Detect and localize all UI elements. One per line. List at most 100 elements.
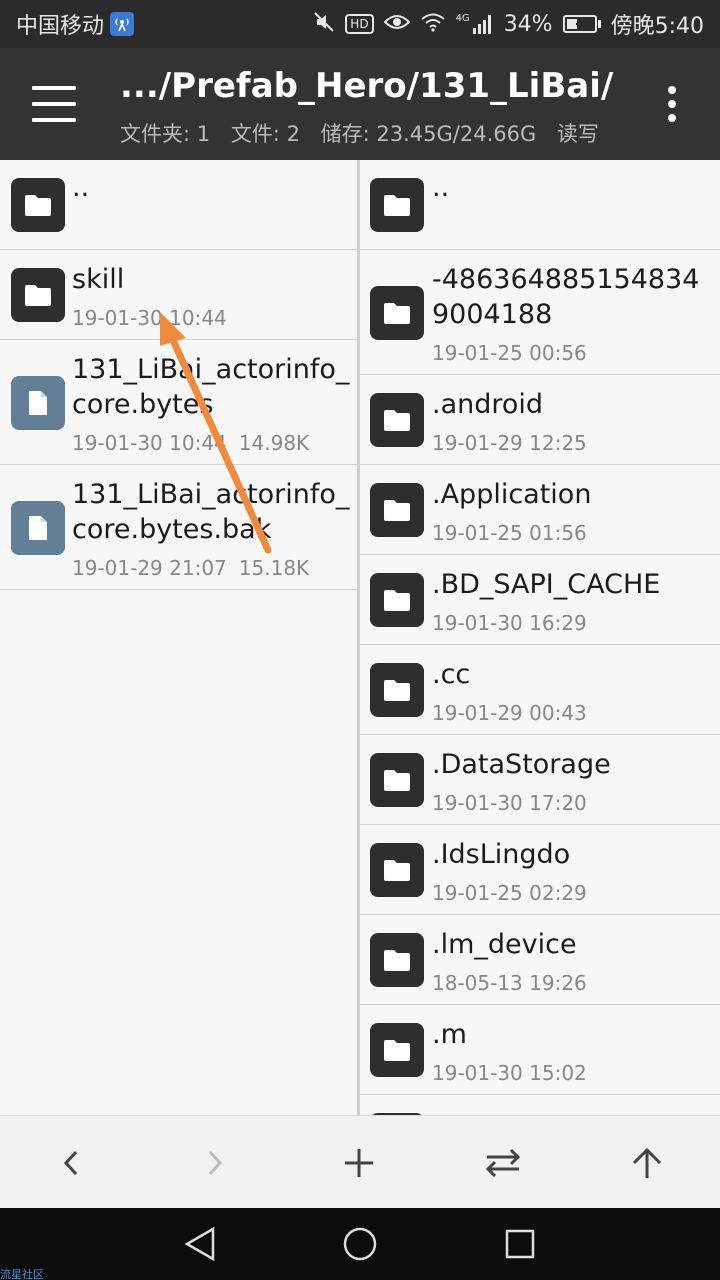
parent-folder-row[interactable]: .. [0,160,357,250]
network-type: 4G [455,13,470,24]
item-meta: 19-01-30 10:44 14.98K [72,431,309,455]
item-name: .m [432,1019,467,1050]
item-date: 19-01-25 02:29 [432,881,587,905]
item-meta: 19-01-29 00:43 [432,701,587,725]
item-meta: 19-01-29 12:25 [432,431,587,455]
folder-row[interactable]: .m 19-01-30 15:02 [360,1005,720,1095]
signal-tower-icon [110,12,135,36]
folder-row-partial[interactable] [360,1095,720,1115]
path-info: 文件夹: 1 文件: 2 储存: 23.45G/24.66G 读写 [120,118,613,148]
status-bar: 中国移动 HD 4G 34% 傍晚5:40 [0,0,720,48]
item-date: 19-01-30 16:29 [432,611,587,635]
folder-row[interactable]: -4863648851548349004188 19-01-25 00:56 [360,250,720,375]
item-meta: 19-01-25 02:29 [432,881,587,905]
folder-icon [370,753,424,807]
access-mode: 读写 [556,122,599,146]
folder-row[interactable]: .lm_device 18-05-13 19:26 [360,915,720,1005]
item-size: 14.98K [238,431,310,455]
folder-icon [370,1023,424,1077]
eye-icon [383,12,410,36]
item-date: 18-05-13 19:26 [432,971,587,995]
hd-badge: HD [345,14,374,34]
folder-icon [11,178,65,232]
item-meta: 19-01-30 10:44 [72,306,227,330]
folder-row[interactable]: skill 19-01-30 10:44 [0,250,357,340]
back-icon[interactable] [46,1138,96,1188]
item-meta: 19-01-25 01:56 [432,521,587,545]
dual-pane-browser: .. skill 19-01-30 10:44 131_LiBai_actorinfo… [0,160,720,1115]
battery-percent: 34% [503,11,553,37]
item-meta: 19-01-30 16:29 [432,611,587,635]
carrier: 中国移动 [16,8,135,40]
item-name: 131_LiBai_actorinfo_core.bytes.bak [72,479,350,545]
carrier-name: 中国移动 [16,14,105,39]
item-date: 19-01-30 10:44 [72,306,227,330]
system-nav-bar [0,1208,720,1280]
folder-icon [370,663,424,717]
hamburger-menu-icon[interactable] [32,86,76,122]
app-bar: .../Prefab_Hero/131_LiBai/ 文件夹: 1 文件: 2 … [0,48,720,160]
parent-folder-row[interactable]: .. [360,160,720,250]
folder-row[interactable]: .BD_SAPI_CACHE 19-01-30 16:29 [360,555,720,645]
item-name: -4863648851548349004188 [432,264,700,330]
add-icon[interactable] [334,1138,384,1188]
item-meta: 18-05-13 19:26 [432,971,587,995]
wifi-icon [420,12,446,37]
folder-icon [370,393,424,447]
item-name: .BD_SAPI_CACHE [432,569,661,600]
more-options-icon[interactable] [660,86,684,122]
item-date: 19-01-30 17:20 [432,791,587,815]
cell-signal-icon: 4G [456,14,494,34]
right-pane[interactable]: .. -4863648851548349004188 19-01-25 00:56.… [360,160,720,1115]
item-size: 15.18K [238,556,310,580]
item-name: .DataStorage [432,749,611,780]
item-date: 19-01-29 12:25 [432,431,587,455]
item-name: .cc [432,659,471,690]
item-name: .. [72,172,90,203]
folder-icon [370,573,424,627]
mute-icon [313,11,335,38]
nav-recents-icon[interactable] [498,1222,542,1266]
item-name: .. [432,172,450,203]
file-count: 文件: 2 [230,122,300,146]
item-meta: 19-01-25 00:56 [432,341,587,365]
storage-info: 储存: 23.45G/24.66G [320,122,537,146]
file-row[interactable]: 131_LiBai_actorinfo_core.bytes 19-01-30 1… [0,340,357,465]
folder-row[interactable]: .IdsLingdo 19-01-25 02:29 [360,825,720,915]
nav-home-icon[interactable] [338,1222,382,1266]
file-row[interactable]: 131_LiBai_actorinfo_core.bytes.bak 19-01-… [0,465,357,590]
file-icon [11,500,65,555]
watermark: 流星社区 [0,1268,44,1280]
folder-icon [370,178,424,232]
item-name: .Application [432,479,592,510]
folder-icon [370,483,424,537]
item-date: 19-01-25 01:56 [432,521,587,545]
folder-row[interactable]: .android 19-01-29 12:25 [360,375,720,465]
item-date: 19-01-29 00:43 [432,701,587,725]
folder-row[interactable]: .Application 19-01-25 01:56 [360,465,720,555]
up-icon[interactable] [622,1138,672,1188]
bottom-toolbar [0,1115,720,1208]
current-path: .../Prefab_Hero/131_LiBai/ [120,66,614,106]
item-name: skill [72,264,125,295]
item-name: .lm_device [432,929,577,960]
item-meta: 19-01-30 15:02 [432,1061,587,1085]
folder-icon [11,268,65,322]
clock: 傍晚5:40 [610,14,704,39]
battery-icon [562,15,601,33]
forward-icon[interactable] [190,1138,240,1188]
left-pane[interactable]: .. skill 19-01-30 10:44 131_LiBai_actorinfo… [0,160,360,1115]
nav-back-icon[interactable] [178,1222,222,1266]
item-date: 19-01-29 21:07 [72,556,227,580]
folder-row[interactable]: .cc 19-01-29 00:43 [360,645,720,735]
folder-icon [370,285,424,340]
folder-icon [370,933,424,987]
item-name: .android [432,389,544,420]
item-date: 19-01-30 15:02 [432,1061,587,1085]
swap-icon[interactable] [478,1138,528,1188]
item-meta: 19-01-30 17:20 [432,791,587,815]
item-name: 131_LiBai_actorinfo_core.bytes [72,354,350,420]
folder-count: 文件夹: 1 [120,122,211,146]
file-icon [11,375,65,430]
folder-row[interactable]: .DataStorage 19-01-30 17:20 [360,735,720,825]
